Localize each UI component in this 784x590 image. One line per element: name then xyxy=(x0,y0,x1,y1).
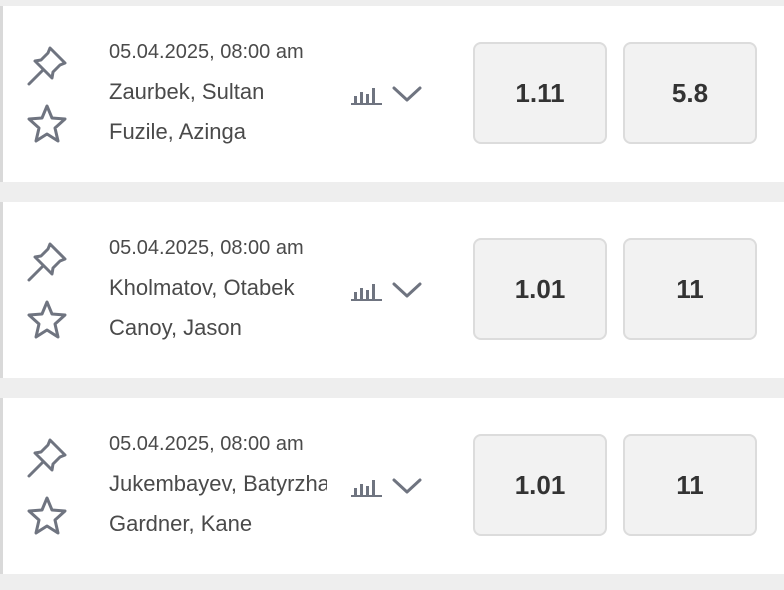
odds-button-player1[interactable]: 1.01 xyxy=(473,434,607,536)
chevron-down-icon[interactable] xyxy=(391,276,423,304)
bar-chart-icon[interactable] xyxy=(351,84,383,106)
odds-button-player2[interactable]: 5.8 xyxy=(623,42,757,144)
player-1: Jukembayev, Batyrzhan xyxy=(109,471,327,496)
star-icon[interactable] xyxy=(25,494,69,538)
player-2: Fuzile, Azinga xyxy=(109,119,246,144)
match-info: 05.04.2025, 08:00 am Zaurbek, Sultan Fuz… xyxy=(109,39,327,145)
chevron-down-icon[interactable] xyxy=(391,472,423,500)
star-icon[interactable] xyxy=(25,298,69,342)
chevron-down-icon[interactable] xyxy=(391,80,423,108)
match-info: 05.04.2025, 08:00 am Jukembayev, Batyrzh… xyxy=(109,431,327,537)
pin-icon[interactable] xyxy=(25,436,69,480)
player-1: Kholmatov, Otabek xyxy=(109,275,295,300)
odds-button-player1[interactable]: 1.11 xyxy=(473,42,607,144)
player-1: Zaurbek, Sultan xyxy=(109,79,265,104)
star-icon[interactable] xyxy=(25,102,69,146)
player-2: Canoy, Jason xyxy=(109,315,242,340)
pin-icon[interactable] xyxy=(25,44,69,88)
odds-button-player2[interactable]: 11 xyxy=(623,434,757,536)
bar-chart-icon[interactable] xyxy=(351,280,383,302)
bar-chart-icon[interactable] xyxy=(351,476,383,498)
odds-button-player1[interactable]: 1.01 xyxy=(473,238,607,340)
match-row: 05.04.2025, 08:00 am Kholmatov, Otabek C… xyxy=(0,202,784,378)
player-2: Gardner, Kane xyxy=(109,511,253,536)
match-datetime: 05.04.2025, 08:00 am xyxy=(109,237,304,259)
match-row: 05.04.2025, 08:00 am Jukembayev, Batyrzh… xyxy=(0,398,784,574)
match-datetime: 05.04.2025, 08:00 am xyxy=(109,41,304,63)
match-info: 05.04.2025, 08:00 am Kholmatov, Otabek C… xyxy=(109,235,327,341)
odds-button-player2[interactable]: 11 xyxy=(623,238,757,340)
pin-icon[interactable] xyxy=(25,240,69,284)
match-datetime: 05.04.2025, 08:00 am xyxy=(109,433,304,455)
match-row: 05.04.2025, 08:00 am Zaurbek, Sultan Fuz… xyxy=(0,6,784,182)
